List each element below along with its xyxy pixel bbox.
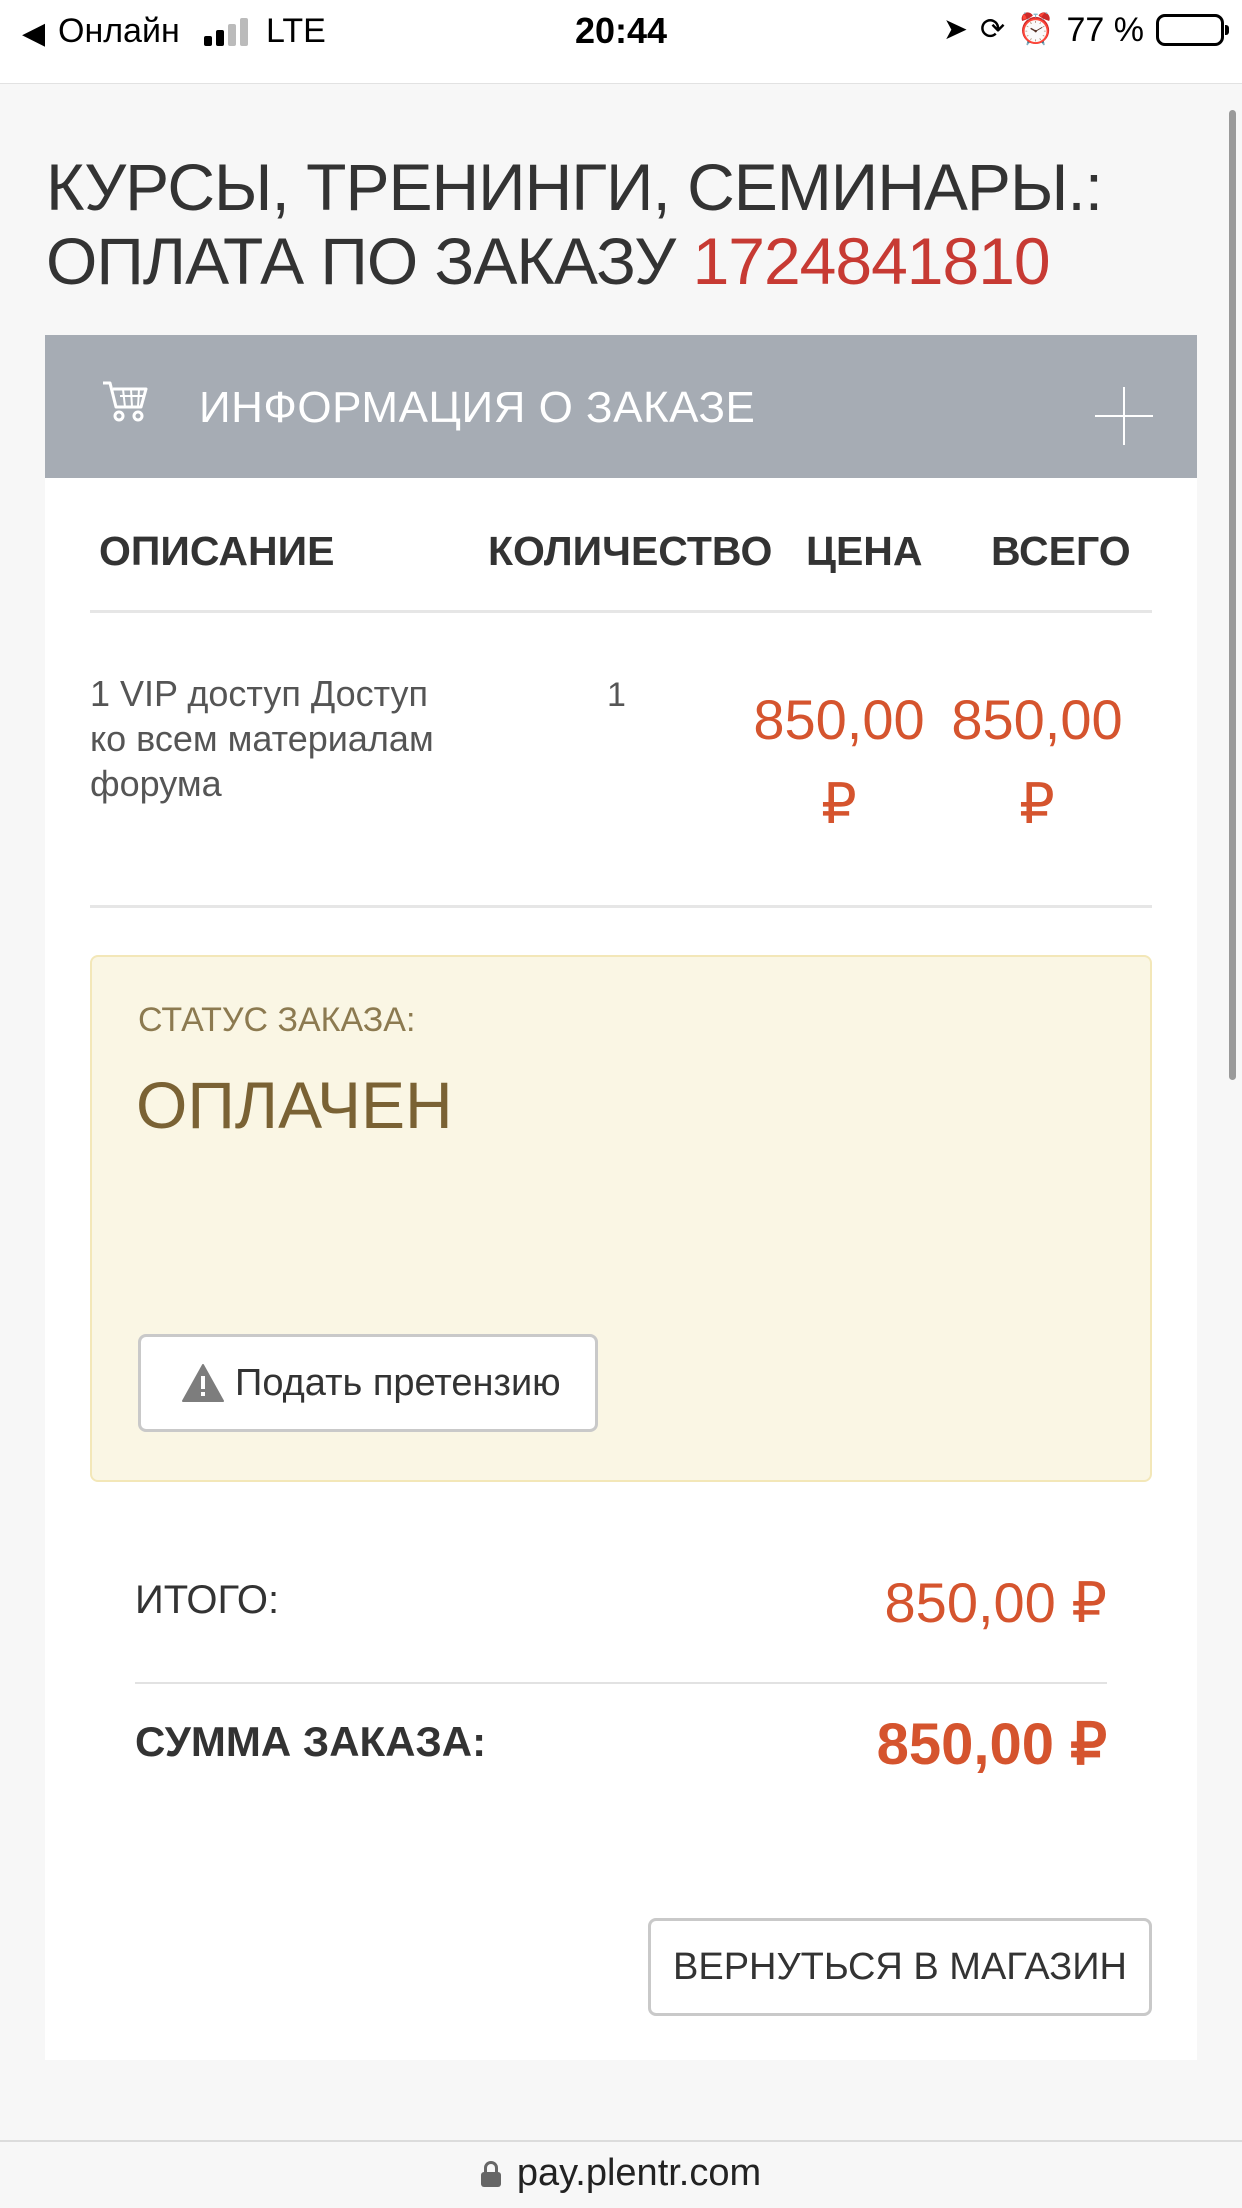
order-sum-label: СУММА ЗАКАЗА: — [135, 1718, 487, 1765]
page-scrollbar[interactable] — [1229, 110, 1236, 1080]
plus-icon[interactable] — [1095, 387, 1153, 445]
file-claim-label: Подать претензию — [235, 1361, 561, 1404]
battery-percent: 77 % — [1066, 10, 1145, 49]
back-to-shop-button[interactable]: ВЕРНУТЬСЯ В МАГАЗИН — [648, 1918, 1152, 2016]
column-header-price: ЦЕНА — [806, 528, 923, 574]
warning-icon — [182, 1364, 224, 1402]
location-arrow-icon: ➤ — [942, 13, 968, 46]
column-header-total: ВСЕГО — [991, 528, 1131, 574]
url-text: pay.plentr.com — [516, 2152, 762, 2194]
order-details-panel: ОПИСАНИЕ КОЛИЧЕСТВО ЦЕНА ВСЕГО 1 VIP дос… — [45, 478, 1197, 2060]
title-line-1: КУРСЫ, ТРЕНИНГИ, СЕМИНАРЫ.: — [46, 150, 1103, 224]
item-description: 1 VIP доступ Доступ ко всем материалам ф… — [90, 673, 434, 804]
order-info-header[interactable]: ИНФОРМАЦИЯ О ЗАКАЗЕ — [45, 335, 1197, 478]
subtotal-value: 850,00 ₽ — [884, 1571, 1107, 1634]
item-price: 850,00 ₽ — [753, 688, 925, 835]
order-sum-value: 850,00 ₽ — [876, 1712, 1107, 1777]
order-number: 1724841810 — [692, 224, 1051, 298]
column-header-quantity: КОЛИЧЕСТВО — [488, 528, 773, 574]
status-bar: ◀ Онлайн LTE 20:44 ➤ ⟳ ⏰ 77 % — [0, 0, 1242, 84]
rotation-lock-icon: ⟳ — [980, 13, 1006, 46]
title-line-2: ОПЛАТА ПО ЗАКАЗУ — [46, 224, 676, 298]
order-info-title: ИНФОРМАЦИЯ О ЗАКАЗЕ — [199, 383, 756, 432]
header-divider — [90, 610, 1152, 613]
item-quantity: 1 — [607, 676, 626, 714]
subtotal-label: ИТОГО: — [135, 1578, 280, 1622]
page-title: КУРСЫ, ТРЕНИНГИ, СЕМИНАРЫ.: ОПЛАТА ПО ЗА… — [46, 150, 1166, 298]
browser-url-bar[interactable]: pay.plentr.com — [0, 2140, 1242, 2208]
status-icons: ➤ ⟳ ⏰ 77 % — [942, 10, 1229, 50]
column-header-description: ОПИСАНИЕ — [99, 528, 335, 574]
file-claim-button[interactable]: Подать претензию — [138, 1334, 598, 1432]
status-label: СТАТУС ЗАКАЗА: — [138, 1001, 416, 1039]
alarm-icon: ⏰ — [1017, 13, 1055, 46]
lock-icon — [480, 2160, 501, 2187]
cart-icon — [103, 381, 148, 422]
item-total: 850,00 ₽ — [951, 688, 1123, 835]
totals-divider — [135, 1682, 1107, 1684]
status-value: ОПЛАЧЕН — [136, 1068, 453, 1142]
battery-icon — [1156, 14, 1229, 46]
order-status-box: СТАТУС ЗАКАЗА: ОПЛАЧЕН Подать претензию — [90, 955, 1152, 1482]
row-divider — [90, 905, 1152, 908]
